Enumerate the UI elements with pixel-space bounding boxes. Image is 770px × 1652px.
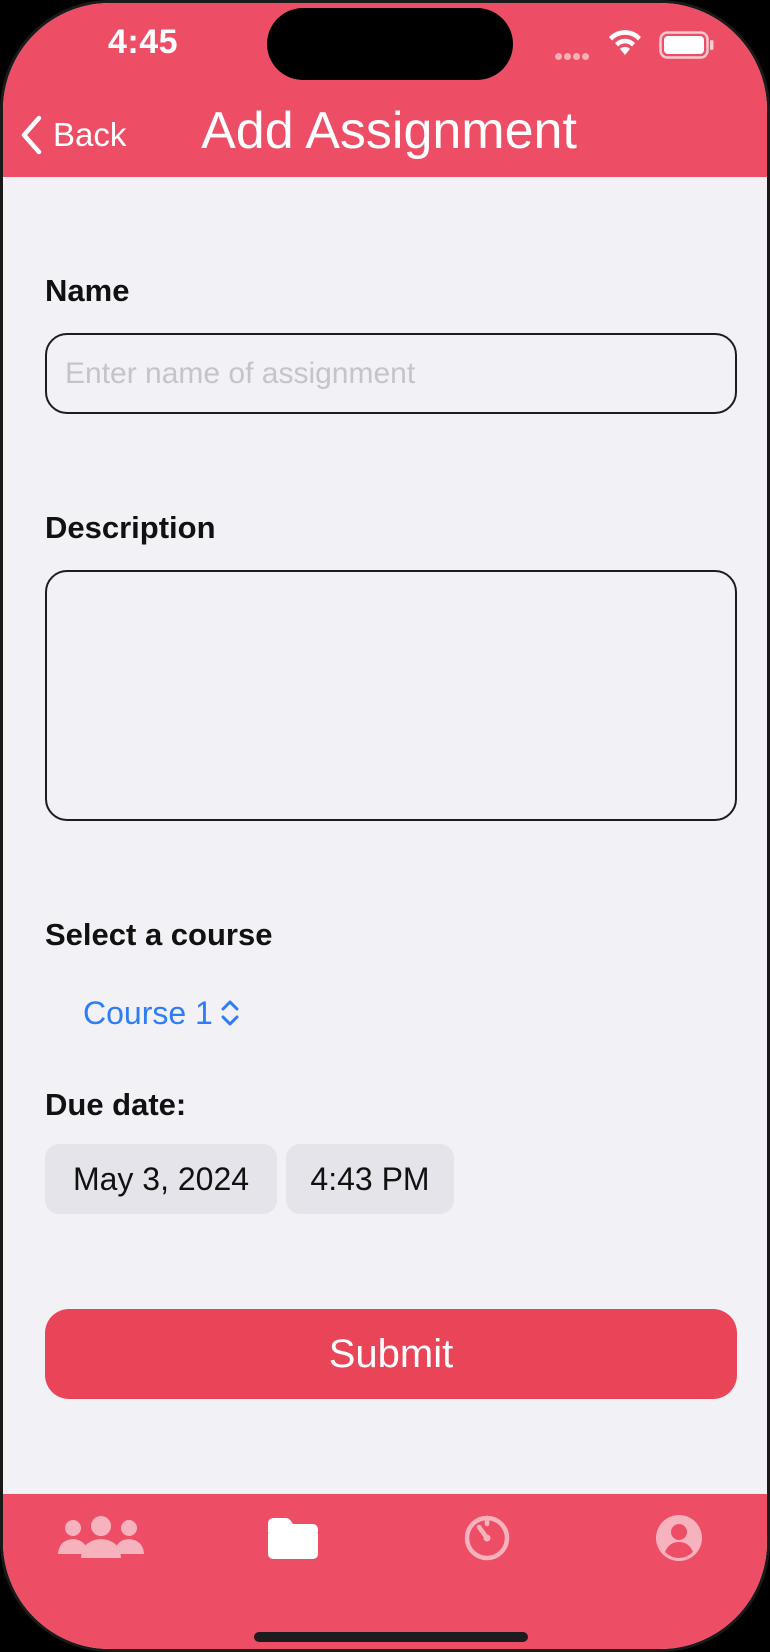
submit-button[interactable]: Submit — [45, 1309, 737, 1399]
name-input[interactable] — [45, 333, 737, 414]
page-title: Add Assignment — [201, 102, 577, 160]
tab-bar — [3, 1494, 767, 1649]
wifi-icon — [609, 30, 641, 55]
tab-timer[interactable] — [439, 1508, 535, 1568]
course-picker[interactable]: Course 1 — [83, 988, 241, 1038]
battery-icon — [659, 31, 714, 59]
description-textarea[interactable] — [45, 570, 737, 821]
back-label: Back — [53, 116, 127, 153]
folder-icon — [268, 1518, 318, 1559]
select-course-label: Select a course — [45, 917, 273, 952]
description-label: Description — [45, 510, 216, 545]
status-icons — [555, 27, 725, 61]
navigation-header: 4:45 Back Add Assignment — [3, 3, 767, 177]
tab-profile[interactable] — [631, 1508, 727, 1568]
chevron-left-icon — [21, 115, 42, 155]
dynamic-island — [267, 8, 513, 80]
cellular-signal-icon — [555, 47, 591, 65]
tab-folder[interactable] — [245, 1508, 341, 1568]
status-time: 4:45 — [108, 23, 179, 61]
back-button[interactable]: Back — [19, 107, 126, 163]
tab-people[interactable] — [53, 1508, 149, 1568]
people-icon — [58, 1516, 144, 1558]
due-date-label: Due date: — [45, 1087, 187, 1122]
name-label: Name — [45, 273, 130, 308]
home-indicator[interactable] — [254, 1632, 528, 1642]
timer-icon — [464, 1515, 510, 1561]
course-picker-value: Course 1 — [83, 994, 213, 1031]
profile-icon — [656, 1515, 702, 1561]
phone-screen: 4:45 Back Add Assignment Name Enter name… — [0, 0, 770, 1652]
due-time-picker[interactable]: 4:43 PM — [286, 1144, 454, 1214]
chevron-up-down-icon — [221, 1000, 239, 1026]
due-date-picker[interactable]: May 3, 2024 — [45, 1144, 277, 1214]
